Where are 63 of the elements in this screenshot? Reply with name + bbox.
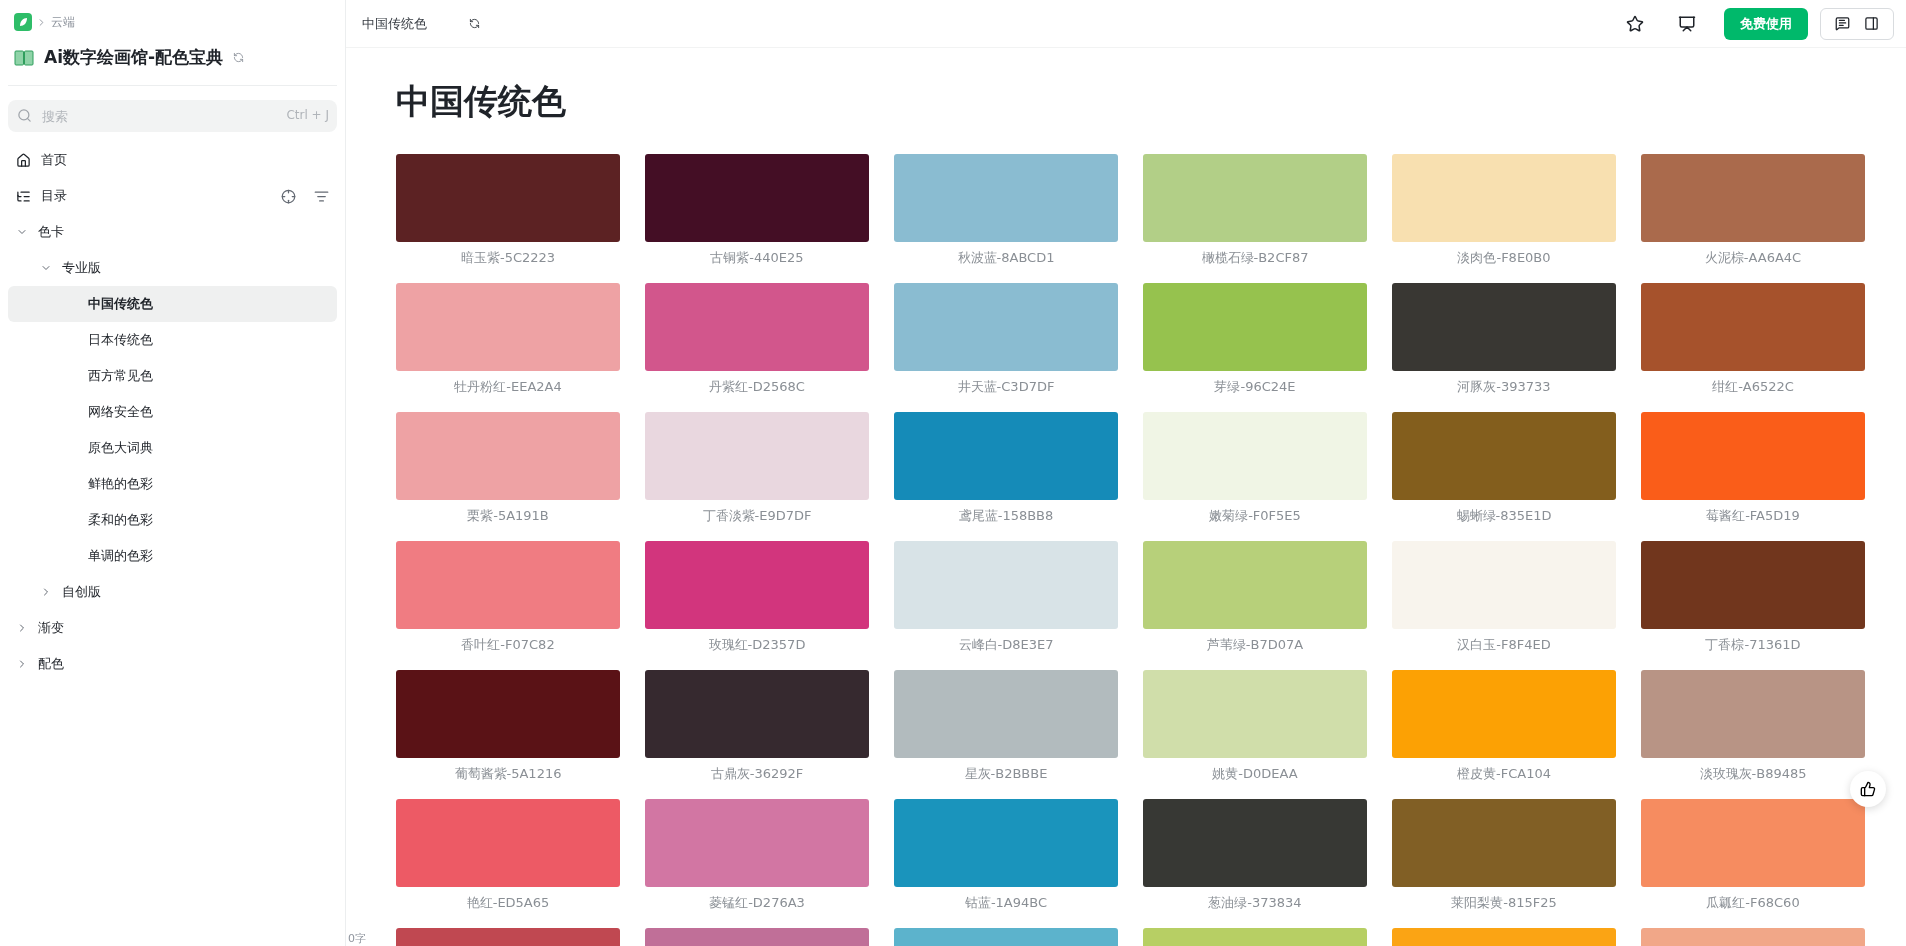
page-heading: 中国传统色: [396, 80, 567, 123]
sync-icon[interactable]: [469, 18, 480, 29]
tree-item[interactable]: 单调的色彩: [8, 538, 337, 574]
book-icon: [14, 49, 34, 66]
color-label: 星灰-B2BBBE: [964, 765, 1048, 783]
color-label: 玫瑰红-D2357D: [708, 636, 806, 654]
tree-item[interactable]: 专业版: [8, 250, 337, 286]
color-label: 秋波蓝-8ABCD1: [957, 249, 1055, 267]
knowledge-base-title: Ai数字绘画馆-配色宝典: [44, 46, 224, 69]
color-label: 莱阳梨黄-815F25: [1451, 894, 1557, 912]
color-label: 栗紫-5A191B: [467, 507, 549, 525]
color-label: 淡肉色-F8E0B0: [1457, 249, 1551, 267]
color-label: 橙皮黄-FCA104: [1457, 765, 1551, 783]
color-label: 芽绿-96C24E: [1214, 378, 1296, 396]
home-icon: [16, 152, 31, 168]
color-label: 云峰白-D8E3E7: [958, 636, 1054, 654]
document-title: 中国传统色: [362, 14, 427, 33]
tree-item[interactable]: 色卡: [8, 214, 337, 250]
color-label: 葡萄酱紫-5A1216: [454, 765, 562, 783]
color-label: 古铜紫-440E25: [710, 249, 804, 267]
color-label: 香叶红-F07C82: [461, 636, 555, 654]
tree-item[interactable]: 鲜艳的色彩: [8, 466, 337, 502]
color-label: 艳红-ED5A65: [466, 894, 550, 912]
color-label: 绀红-A6522C: [1712, 378, 1794, 396]
tree-item[interactable]: 西方常见色: [8, 358, 337, 394]
color-label: 姚黄-D0DEAA: [1212, 765, 1298, 783]
tree-item[interactable]: 日本传统色: [8, 322, 337, 358]
color-label: 火泥棕-AA6A4C: [1704, 249, 1802, 267]
tree-item[interactable]: 柔和的色彩: [8, 502, 337, 538]
tree-item[interactable]: 中国传统色: [8, 286, 337, 322]
color-label: 暗玉紫-5C2223: [460, 249, 556, 267]
tree-item[interactable]: 网络安全色: [8, 394, 337, 430]
color-label: 丁香棕-71361D: [1705, 636, 1801, 654]
search-icon: [17, 108, 32, 123]
tree-item[interactable]: 原色大词典: [8, 430, 337, 466]
locate-icon[interactable]: [281, 188, 296, 204]
color-label: 蜴蜥绿-835E1D: [1456, 507, 1552, 525]
color-label: 瓜瓤红-F68C60: [1706, 894, 1800, 912]
color-label: 古鼎灰-36292F: [710, 765, 804, 783]
tree-item[interactable]: 渐变: [8, 610, 337, 646]
color-label: 牡丹粉红-EEA2A4: [454, 378, 562, 396]
color-label: 芦苇绿-B7D07A: [1206, 636, 1304, 654]
like-button[interactable]: [1850, 771, 1886, 807]
color-label: 钴蓝-1A94BC: [964, 894, 1048, 912]
color-label: 莓酱红-FA5D19: [1706, 507, 1800, 525]
word-count: 0字: [348, 931, 366, 946]
nav-item[interactable]: 目录: [8, 178, 337, 214]
nav-item[interactable]: 首页: [8, 142, 337, 178]
color-label: 淡玫瑰灰-B89485: [1699, 765, 1807, 783]
tree-item[interactable]: 自创版: [8, 574, 337, 610]
shortcut-hint: Ctrl + J: [286, 108, 329, 122]
color-label: 井天蓝-C3D7DF: [957, 378, 1055, 396]
color-label: 菱锰红-D276A3: [709, 894, 805, 912]
color-label: 橄榄石绿-B2CF87: [1201, 249, 1309, 267]
color-label: 嫩菊绿-F0F5E5: [1209, 507, 1301, 525]
thumbs-up-icon: [1860, 781, 1876, 797]
color-label: 丹紫红-D2568C: [709, 378, 805, 396]
color-label: 丁香淡紫-E9D7DF: [702, 507, 812, 525]
color-label: 葱油绿-373834: [1208, 894, 1302, 912]
color-label: 鸢尾蓝-158BB8: [958, 507, 1054, 525]
color-label: 河豚灰-393733: [1457, 378, 1551, 396]
color-label: 汉白玉-F8F4ED: [1457, 636, 1551, 654]
tree-item[interactable]: 配色: [8, 646, 337, 682]
